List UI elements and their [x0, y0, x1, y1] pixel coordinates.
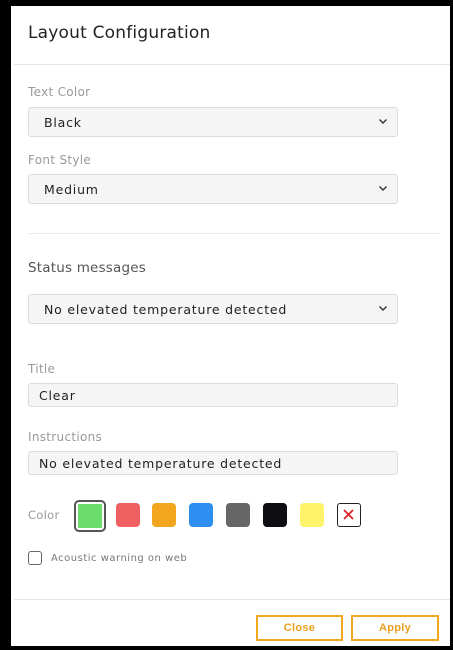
color-label: Color [28, 508, 60, 522]
chevron-down-icon [379, 306, 387, 311]
status-message-value: No elevated temperature detected [44, 302, 288, 317]
color-swatch-orange[interactable] [152, 503, 176, 527]
acoustic-warning-checkbox[interactable] [28, 551, 42, 565]
acoustic-warning-label: Acoustic warning on web [51, 553, 188, 564]
color-swatch-gray[interactable] [226, 503, 250, 527]
close-icon [343, 509, 354, 520]
close-button[interactable]: Close [256, 615, 343, 641]
color-swatch-green[interactable] [74, 500, 106, 532]
color-swatch-blue[interactable] [189, 503, 213, 527]
dialog-header: Layout Configuration [14, 6, 450, 65]
footer-divider [14, 599, 450, 600]
status-message-select[interactable]: No elevated temperature detected [28, 294, 398, 324]
font-style-select[interactable]: Medium [28, 174, 398, 204]
dialog-title: Layout Configuration [28, 23, 211, 43]
section-divider [28, 233, 440, 234]
text-color-value: Black [44, 115, 82, 130]
color-swatch-black[interactable] [263, 503, 287, 527]
window-frame-bottom [0, 646, 453, 650]
status-messages-title: Status messages [28, 260, 147, 276]
color-picker: Color [28, 498, 448, 532]
chevron-down-icon [379, 186, 387, 191]
layout-configuration-dialog: Layout Configuration Text Color Black Fo… [14, 6, 450, 646]
title-input-value: Clear [39, 388, 76, 403]
color-swatch-none[interactable] [337, 503, 361, 527]
title-label: Title [28, 362, 56, 376]
text-color-label: Text Color [28, 85, 91, 99]
apply-button[interactable]: Apply [351, 615, 439, 641]
chevron-down-icon [379, 119, 387, 124]
instructions-input-value: No elevated temperature detected [39, 456, 283, 471]
font-style-value: Medium [44, 182, 99, 197]
color-swatch-yellow[interactable] [300, 503, 324, 527]
title-input[interactable]: Clear [28, 383, 398, 407]
instructions-input[interactable]: No elevated temperature detected [28, 451, 398, 475]
color-swatch-red[interactable] [116, 503, 140, 527]
window-frame-left [0, 0, 11, 650]
font-style-label: Font Style [28, 153, 92, 167]
text-color-select[interactable]: Black [28, 107, 398, 137]
instructions-label: Instructions [28, 430, 103, 444]
